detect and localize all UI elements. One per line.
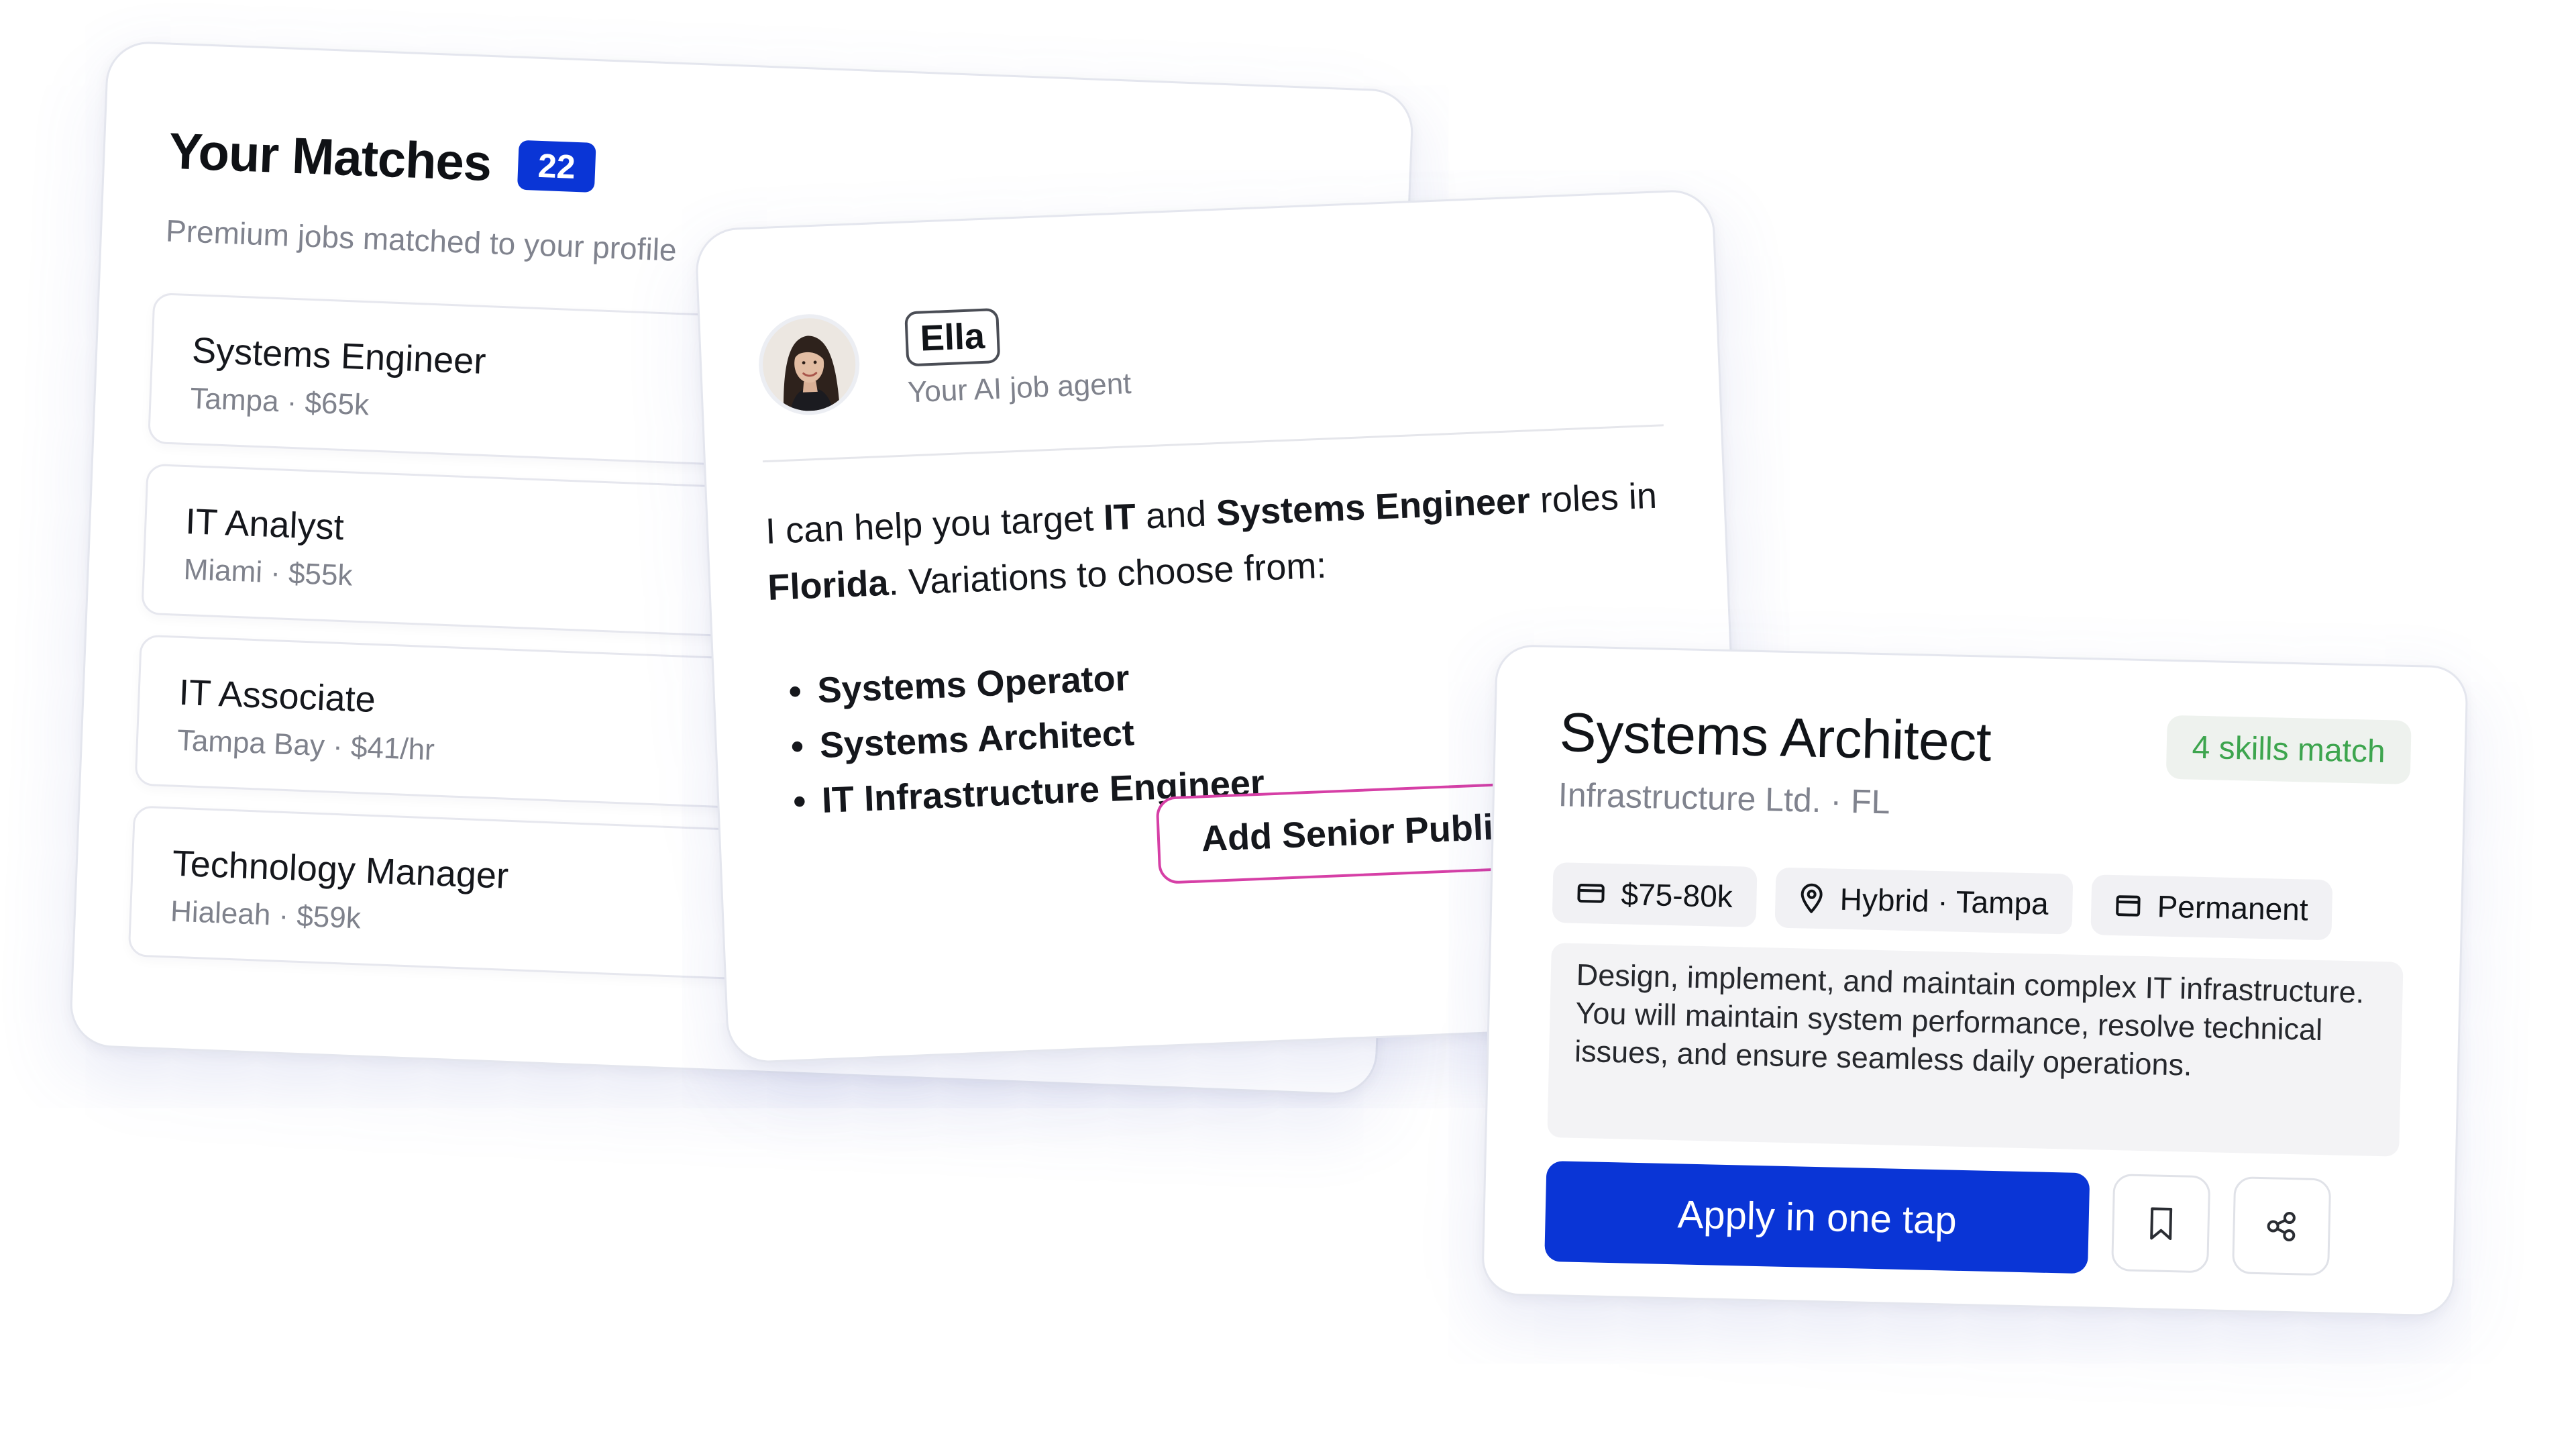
apply-button[interactable]: Apply in one tap bbox=[1544, 1160, 2090, 1274]
job-title: Systems Architect bbox=[1559, 702, 1992, 773]
agent-message-text: and bbox=[1134, 493, 1218, 537]
employment-type-text: Permanent bbox=[2157, 888, 2309, 927]
agent-message-role-it: IT bbox=[1102, 496, 1137, 538]
employment-type-chip: Permanent bbox=[2090, 874, 2333, 941]
skills-match-badge: 4 skills match bbox=[2165, 715, 2412, 784]
matches-title: Your Matches bbox=[168, 122, 492, 193]
avatar-portrait bbox=[761, 316, 857, 413]
agent-divider bbox=[762, 424, 1664, 463]
wallet-icon bbox=[1577, 883, 1605, 903]
bookmark-icon bbox=[2149, 1206, 2172, 1240]
salary-text: $75-80k bbox=[1621, 876, 1733, 915]
job-card: Systems Architect Infrastructure Ltd. · … bbox=[1481, 644, 2469, 1317]
location-chip: Hybrid · Tampa bbox=[1774, 867, 2074, 935]
map-pin-icon bbox=[1801, 883, 1823, 913]
agent-message-text: I can help you target bbox=[764, 497, 1105, 552]
share-button[interactable] bbox=[2231, 1176, 2332, 1276]
location-text: Hybrid · Tampa bbox=[1839, 881, 2049, 921]
job-chips: $75-80k Hybrid · Tampa Permanent bbox=[1552, 862, 2352, 941]
agent-name-block: Ella Your AI job agent bbox=[904, 303, 1132, 409]
job-company: Infrastructure Ltd. · FL bbox=[1558, 776, 1891, 821]
salary-chip: $75-80k bbox=[1552, 862, 1758, 927]
agent-role: Your AI job agent bbox=[907, 367, 1132, 409]
job-description: Design, implement, and maintain complex … bbox=[1547, 942, 2404, 1157]
agent-message-text: roles in bbox=[1529, 475, 1658, 521]
agent-name: Ella bbox=[904, 307, 1001, 367]
matches-count-badge: 22 bbox=[517, 140, 597, 193]
agent-message-role-systems-engineer: Systems Engineer bbox=[1215, 480, 1532, 534]
agent-message-text: . Variations to choose from: bbox=[888, 545, 1328, 603]
agent-message: I can help you target IT and Systems Eng… bbox=[765, 466, 1721, 616]
matches-subtitle: Premium jobs matched to your profile bbox=[165, 213, 678, 268]
matches-header: Your Matches 22 bbox=[168, 122, 597, 197]
agent-header: Ella Your AI job agent bbox=[757, 301, 1132, 417]
agent-message-location: Florida bbox=[767, 562, 890, 608]
stage: Your Matches 22 Premium jobs matched to … bbox=[0, 0, 2576, 1444]
briefcase-icon bbox=[2116, 895, 2141, 917]
share-icon bbox=[2267, 1211, 2296, 1241]
bookmark-button[interactable] bbox=[2111, 1174, 2211, 1274]
avatar bbox=[757, 312, 862, 417]
